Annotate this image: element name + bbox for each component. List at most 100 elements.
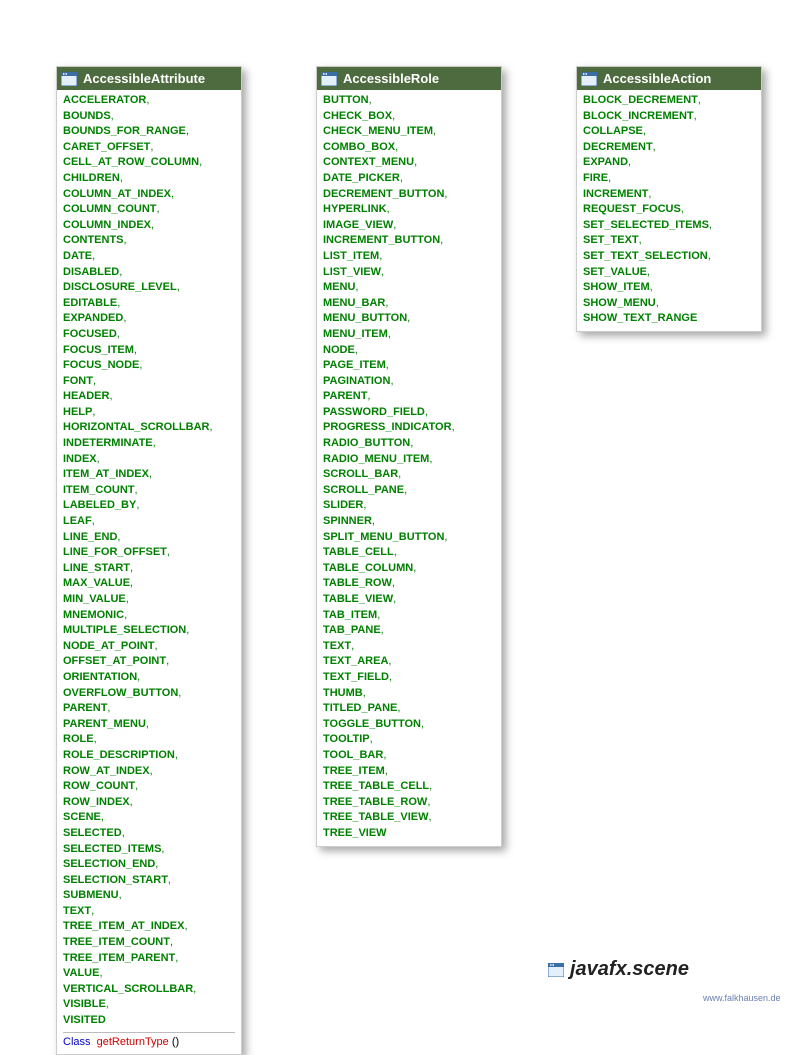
enum-item[interactable]: TAB_ITEM,: [323, 608, 495, 624]
enum-item[interactable]: EXPANDED,: [63, 311, 235, 327]
enum-item[interactable]: SHOW_TEXT_RANGE: [583, 311, 755, 327]
enum-item[interactable]: COLLAPSE,: [583, 124, 755, 140]
enum-item[interactable]: FOCUS_ITEM,: [63, 343, 235, 359]
enum-item[interactable]: HYPERLINK,: [323, 202, 495, 218]
enum-item[interactable]: EDITABLE,: [63, 296, 235, 312]
enum-item[interactable]: MULTIPLE_SELECTION,: [63, 623, 235, 639]
enum-item[interactable]: INDETERMINATE,: [63, 436, 235, 452]
enum-item[interactable]: COMBO_BOX,: [323, 140, 495, 156]
panel-header[interactable]: AccessibleAction: [577, 67, 761, 90]
enum-item[interactable]: TREE_TABLE_CELL,: [323, 779, 495, 795]
enum-item[interactable]: FOCUS_NODE,: [63, 358, 235, 374]
enum-item[interactable]: PROGRESS_INDICATOR,: [323, 420, 495, 436]
method-row[interactable]: Class getReturnType (): [63, 1032, 235, 1051]
enum-item[interactable]: TREE_ITEM,: [323, 764, 495, 780]
enum-item[interactable]: ACCELERATOR,: [63, 93, 235, 109]
enum-item[interactable]: LIST_ITEM,: [323, 249, 495, 265]
enum-item[interactable]: MIN_VALUE,: [63, 592, 235, 608]
enum-item[interactable]: LEAF,: [63, 514, 235, 530]
enum-item[interactable]: TAB_PANE,: [323, 623, 495, 639]
enum-item[interactable]: FONT,: [63, 374, 235, 390]
credit-link[interactable]: www.falkhausen.de: [703, 993, 781, 1003]
enum-item[interactable]: BUTTON,: [323, 93, 495, 109]
enum-item[interactable]: THUMB,: [323, 686, 495, 702]
enum-item[interactable]: DECREMENT_BUTTON,: [323, 187, 495, 203]
enum-item[interactable]: OFFSET_AT_POINT,: [63, 654, 235, 670]
enum-item[interactable]: VERTICAL_SCROLLBAR,: [63, 982, 235, 998]
enum-item[interactable]: ORIENTATION,: [63, 670, 235, 686]
enum-item[interactable]: DECREMENT,: [583, 140, 755, 156]
enum-item[interactable]: TEXT,: [63, 904, 235, 920]
enum-item[interactable]: ITEM_COUNT,: [63, 483, 235, 499]
enum-item[interactable]: PAGINATION,: [323, 374, 495, 390]
enum-item[interactable]: COLUMN_COUNT,: [63, 202, 235, 218]
enum-item[interactable]: TABLE_ROW,: [323, 576, 495, 592]
enum-item[interactable]: INCREMENT_BUTTON,: [323, 233, 495, 249]
enum-item[interactable]: MENU_ITEM,: [323, 327, 495, 343]
enum-item[interactable]: OVERFLOW_BUTTON,: [63, 686, 235, 702]
enum-item[interactable]: TITLED_PANE,: [323, 701, 495, 717]
enum-item[interactable]: SUBMENU,: [63, 888, 235, 904]
enum-item[interactable]: SELECTED,: [63, 826, 235, 842]
enum-item[interactable]: HELP,: [63, 405, 235, 421]
enum-item[interactable]: SHOW_ITEM,: [583, 280, 755, 296]
enum-item[interactable]: LABELED_BY,: [63, 498, 235, 514]
enum-item[interactable]: SET_TEXT_SELECTION,: [583, 249, 755, 265]
enum-item[interactable]: TREE_ITEM_COUNT,: [63, 935, 235, 951]
enum-item[interactable]: ROW_INDEX,: [63, 795, 235, 811]
enum-item[interactable]: VISITED: [63, 1013, 235, 1029]
enum-item[interactable]: TABLE_COLUMN,: [323, 561, 495, 577]
enum-item[interactable]: BLOCK_INCREMENT,: [583, 109, 755, 125]
enum-item[interactable]: MENU_BUTTON,: [323, 311, 495, 327]
enum-item[interactable]: SCENE,: [63, 810, 235, 826]
enum-item[interactable]: INCREMENT,: [583, 187, 755, 203]
enum-item[interactable]: SCROLL_BAR,: [323, 467, 495, 483]
enum-item[interactable]: TEXT_AREA,: [323, 654, 495, 670]
enum-item[interactable]: LINE_START,: [63, 561, 235, 577]
enum-item[interactable]: COLUMN_INDEX,: [63, 218, 235, 234]
enum-item[interactable]: SET_SELECTED_ITEMS,: [583, 218, 755, 234]
enum-item[interactable]: CARET_OFFSET,: [63, 140, 235, 156]
enum-item[interactable]: CHILDREN,: [63, 171, 235, 187]
enum-item[interactable]: VISIBLE,: [63, 997, 235, 1013]
enum-item[interactable]: BLOCK_DECREMENT,: [583, 93, 755, 109]
enum-item[interactable]: RADIO_MENU_ITEM,: [323, 452, 495, 468]
enum-item[interactable]: REQUEST_FOCUS,: [583, 202, 755, 218]
enum-item[interactable]: COLUMN_AT_INDEX,: [63, 187, 235, 203]
panel-header[interactable]: AccessibleRole: [317, 67, 501, 90]
enum-item[interactable]: CHECK_BOX,: [323, 109, 495, 125]
enum-item[interactable]: IMAGE_VIEW,: [323, 218, 495, 234]
enum-item[interactable]: TEXT_FIELD,: [323, 670, 495, 686]
enum-item[interactable]: PARENT_MENU,: [63, 717, 235, 733]
enum-item[interactable]: DATE_PICKER,: [323, 171, 495, 187]
enum-item[interactable]: MENU,: [323, 280, 495, 296]
enum-item[interactable]: PARENT,: [63, 701, 235, 717]
enum-item[interactable]: PAGE_ITEM,: [323, 358, 495, 374]
enum-item[interactable]: SPLIT_MENU_BUTTON,: [323, 530, 495, 546]
enum-item[interactable]: MAX_VALUE,: [63, 576, 235, 592]
enum-item[interactable]: RADIO_BUTTON,: [323, 436, 495, 452]
enum-item[interactable]: FOCUSED,: [63, 327, 235, 343]
enum-item[interactable]: FIRE,: [583, 171, 755, 187]
enum-item[interactable]: INDEX,: [63, 452, 235, 468]
enum-item[interactable]: ROLE,: [63, 732, 235, 748]
enum-item[interactable]: EXPAND,: [583, 155, 755, 171]
enum-item[interactable]: TREE_TABLE_ROW,: [323, 795, 495, 811]
enum-item[interactable]: CONTENTS,: [63, 233, 235, 249]
enum-item[interactable]: SELECTED_ITEMS,: [63, 842, 235, 858]
enum-item[interactable]: SET_TEXT,: [583, 233, 755, 249]
enum-item[interactable]: SELECTION_START,: [63, 873, 235, 889]
enum-item[interactable]: VALUE,: [63, 966, 235, 982]
enum-item[interactable]: TOOLTIP,: [323, 732, 495, 748]
enum-item[interactable]: HEADER,: [63, 389, 235, 405]
enum-item[interactable]: LINE_END,: [63, 530, 235, 546]
enum-item[interactable]: TOOL_BAR,: [323, 748, 495, 764]
enum-item[interactable]: HORIZONTAL_SCROLLBAR,: [63, 420, 235, 436]
enum-item[interactable]: DATE,: [63, 249, 235, 265]
enum-item[interactable]: SPINNER,: [323, 514, 495, 530]
enum-item[interactable]: DISABLED,: [63, 265, 235, 281]
enum-item[interactable]: SLIDER,: [323, 498, 495, 514]
enum-item[interactable]: CONTEXT_MENU,: [323, 155, 495, 171]
enum-item[interactable]: ITEM_AT_INDEX,: [63, 467, 235, 483]
enum-item[interactable]: NODE_AT_POINT,: [63, 639, 235, 655]
